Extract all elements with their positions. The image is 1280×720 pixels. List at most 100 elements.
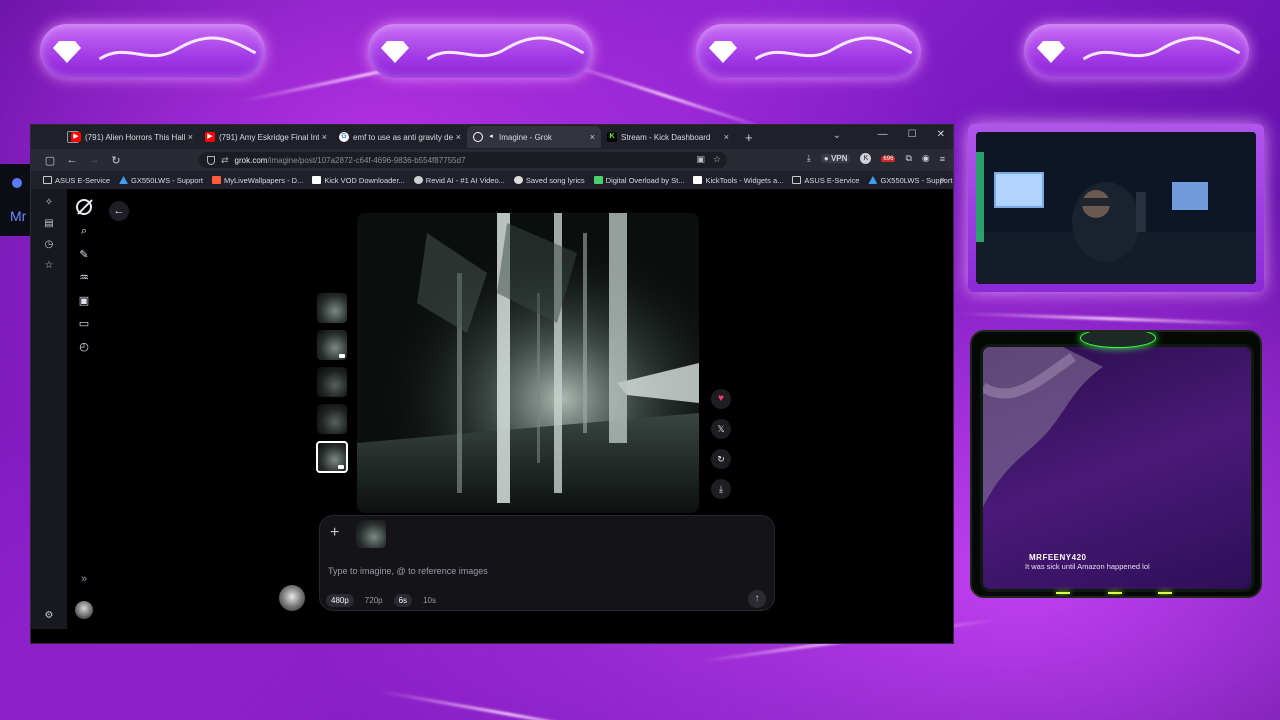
- grok-logo-icon[interactable]: [76, 199, 92, 215]
- close-icon[interactable]: ×: [590, 132, 595, 142]
- close-icon[interactable]: ×: [456, 132, 461, 142]
- vpn-button[interactable]: ● VPN: [820, 154, 851, 163]
- tab-bar: ▶ (791) Alien Horrors This Hallow × ▶ (7…: [31, 125, 953, 149]
- aria-icon[interactable]: ✧: [45, 197, 53, 208]
- thumbnail[interactable]: [317, 330, 347, 360]
- close-icon[interactable]: ×: [724, 132, 729, 142]
- bookmark-label: Revid AI - #1 AI Video...: [425, 175, 505, 185]
- expand-icon[interactable]: »: [81, 573, 87, 585]
- lightning-streak: [959, 312, 1260, 326]
- extensions-puzzle-icon[interactable]: ⧉: [905, 153, 911, 164]
- add-attachment-button[interactable]: +: [330, 524, 339, 542]
- minimize-button[interactable]: —: [878, 129, 888, 140]
- led-light: [1108, 592, 1122, 594]
- url-path: /imagine/post/107a2872-c64f-4696-9836-b5…: [267, 155, 466, 165]
- shield-icon: [207, 155, 215, 165]
- bookmarks-more-icon[interactable]: »: [940, 174, 945, 184]
- download-button[interactable]: ⤓: [711, 479, 731, 499]
- thumbnail-selected[interactable]: [316, 441, 348, 473]
- thumbnail[interactable]: [317, 293, 347, 323]
- option-720p[interactable]: 720p: [360, 594, 388, 607]
- reload-button[interactable]: ↻: [105, 154, 127, 167]
- profile-icon[interactable]: ◉: [922, 153, 930, 164]
- projects-icon[interactable]: ▭: [79, 317, 89, 330]
- prompt-input[interactable]: Type to imagine, @ to reference images: [328, 566, 488, 576]
- tab-0[interactable]: ▶ (791) Alien Horrors This Hallow ×: [65, 126, 199, 148]
- asus-icon: [119, 176, 129, 184]
- voice-icon[interactable]: ♒: [79, 271, 89, 284]
- bookmark-item[interactable]: Digital Overload by St...: [593, 175, 685, 185]
- toolbar-right: ⤓ ● VPN K 696 ⧉ ◉ ≡: [807, 153, 945, 164]
- url-host: grok.com: [234, 155, 268, 165]
- speaker-icon[interactable]: ◂: [487, 132, 495, 142]
- option-10s[interactable]: 10s: [418, 594, 441, 607]
- search-icon[interactable]: ⌕: [81, 225, 87, 238]
- lightning-icon: [754, 36, 913, 61]
- bookmark-star-icon[interactable]: ☆: [713, 154, 721, 165]
- back-button[interactable]: ←: [109, 201, 129, 221]
- close-window-button[interactable]: ✕: [937, 129, 945, 140]
- bookmark-item[interactable]: MyLiveWallpapers - D...: [212, 176, 303, 185]
- bookmark-label: Kick VOD Downloader...: [324, 175, 405, 185]
- send-button[interactable]: ↑: [748, 590, 766, 608]
- address-bar: ▢ ← → ↻ ⇄ grok.com /imagine/post/107a287…: [31, 149, 953, 171]
- chat-username: MRFEENY420: [1029, 553, 1087, 562]
- badge-icon[interactable]: 696: [881, 155, 896, 162]
- url-field[interactable]: ⇄ grok.com /imagine/post/107a2872-c64f-4…: [199, 152, 727, 168]
- close-icon[interactable]: ×: [188, 132, 193, 142]
- forward-button[interactable]: →: [83, 154, 105, 166]
- tab-4[interactable]: K Stream - Kick Dashboard ×: [601, 126, 735, 148]
- wallet-icon[interactable]: ▤: [44, 218, 53, 229]
- tab-3[interactable]: ◂ Imagine - Grok ×: [467, 126, 601, 148]
- edit-icon[interactable]: ✎: [79, 248, 88, 261]
- thumbnail[interactable]: [317, 404, 347, 434]
- bookmark-item[interactable]: Revid AI - #1 AI Video...: [413, 175, 505, 185]
- download-icon[interactable]: ⤓: [807, 153, 811, 164]
- site-settings-icon[interactable]: ⇄: [221, 155, 229, 166]
- history-icon[interactable]: ◴: [79, 340, 89, 353]
- bookmarks-icon[interactable]: ☆: [45, 260, 54, 271]
- tab-label: emf to use as anti gravity devic: [353, 132, 453, 142]
- bookmark-item[interactable]: KickTools - Widgets a...: [693, 176, 783, 185]
- chat-message: It was sick until Amazon happened lol: [1025, 562, 1150, 571]
- reference-image-thumbnail[interactable]: [356, 520, 386, 548]
- like-button[interactable]: ♥: [711, 389, 731, 409]
- generated-image[interactable]: [357, 213, 699, 513]
- back-button[interactable]: ←: [61, 154, 83, 166]
- tab-1[interactable]: ▶ (791) Amy Eskridge Final Interv ×: [199, 126, 333, 148]
- browser-sidebar: ✧ ▤ ◷ ☆ ⚙: [31, 189, 67, 629]
- imagine-icon[interactable]: ▣: [79, 294, 89, 307]
- bookmark-item[interactable]: ASUS E-Service: [43, 176, 110, 185]
- lightning-icon: [98, 36, 257, 61]
- bookmark-label: GX550LWS - Support: [131, 175, 204, 185]
- page-content: ✧ ▤ ◷ ☆ ⚙ ⌕ ✎ ♒ ▣ ▭ ◴ » ← ♥ 𝕏 ↻ ⤓ + Type…: [31, 189, 953, 643]
- tab-2[interactable]: G emf to use as anti gravity devic ×: [333, 126, 467, 148]
- option-480p[interactable]: 480p: [326, 594, 354, 607]
- thumbnail[interactable]: [317, 367, 347, 397]
- kick-vod-icon: [312, 176, 322, 184]
- bookmark-item[interactable]: Saved song lyrics: [513, 176, 585, 185]
- sidebar-toggle-icon[interactable]: ▢: [39, 154, 61, 167]
- bookmark-label: MyLiveWallpapers - D...: [224, 175, 304, 185]
- bookmark-item[interactable]: GX550LWS - Support: [119, 176, 203, 185]
- close-icon[interactable]: ×: [322, 132, 327, 142]
- user-avatar[interactable]: [279, 585, 305, 611]
- gear-icon[interactable]: ⚙: [45, 610, 54, 621]
- new-tab-button[interactable]: +: [745, 130, 753, 145]
- youtube-icon: ▶: [71, 132, 81, 142]
- regenerate-button[interactable]: ↻: [711, 449, 731, 469]
- screenshot-icon[interactable]: ▣: [696, 154, 705, 165]
- menu-icon[interactable]: ≡: [940, 154, 945, 164]
- bookmark-item[interactable]: Kick VOD Downloader...: [312, 175, 405, 185]
- overlay-left-label: Mr: [10, 208, 27, 224]
- maximize-button[interactable]: ☐: [908, 129, 917, 140]
- x-share-button[interactable]: 𝕏: [711, 419, 731, 439]
- chevron-down-icon[interactable]: ⌄: [833, 130, 841, 141]
- history-icon[interactable]: ◷: [45, 239, 54, 250]
- bookmark-label: Digital Overload by St...: [605, 175, 685, 185]
- extension-icon[interactable]: K: [860, 153, 872, 164]
- avatar[interactable]: [75, 601, 93, 619]
- option-6s[interactable]: 6s: [393, 594, 413, 607]
- bookmark-item[interactable]: ASUS E-Service: [792, 176, 859, 185]
- diamond-icon: [53, 41, 81, 63]
